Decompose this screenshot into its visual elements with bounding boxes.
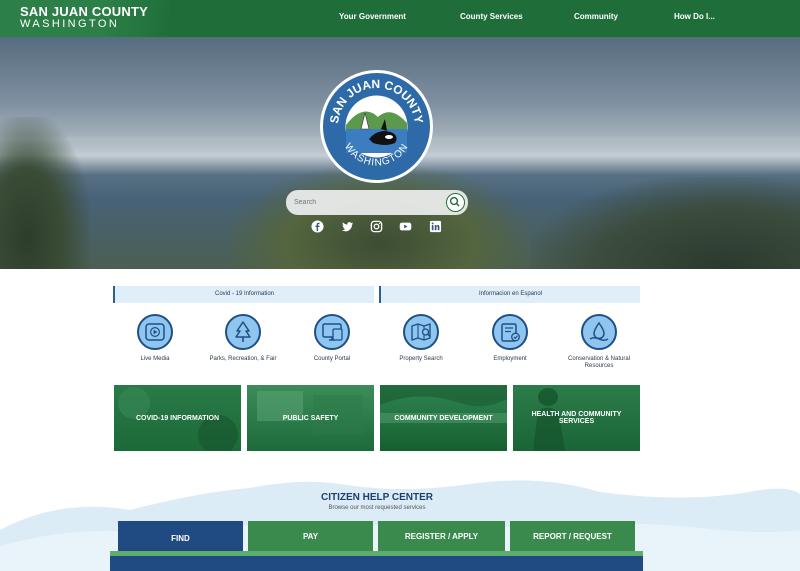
instagram-icon[interactable] xyxy=(370,220,383,233)
quick-link-employment[interactable]: Employment xyxy=(465,314,555,363)
tile-covid[interactable]: COVID-19 INFORMATION xyxy=(114,385,241,451)
county-portal-icon-circle xyxy=(314,314,350,350)
property-search-icon-circle xyxy=(403,314,439,350)
tab-register-apply[interactable]: REGISTER / APPLY xyxy=(378,521,505,551)
live-media-label: Live Media xyxy=(140,356,170,362)
hero-trees-left xyxy=(0,117,90,269)
tile-covid-label: COVID-19 INFORMATION xyxy=(135,414,220,422)
live-media-icon-circle xyxy=(137,314,173,350)
twitter-icon[interactable] xyxy=(341,220,354,233)
nav-community[interactable]: Community xyxy=(574,12,618,21)
search-input[interactable] xyxy=(294,196,434,209)
covid-info-label: Covid - 19 Information xyxy=(214,291,275,297)
site-logo[interactable]: SAN JUAN COUNTY WASHINGTON xyxy=(20,5,148,30)
employment-label: Employment xyxy=(493,356,527,362)
covid-info-link[interactable]: Covid - 19 Information xyxy=(113,286,374,303)
site-header: SAN JUAN COUNTY WASHINGTON Your Governme… xyxy=(0,0,800,37)
quick-link-conservation[interactable]: Conservation & Natural Resources xyxy=(554,314,644,370)
tile-health-community[interactable]: HEALTH AND COMMUNITY SERVICES xyxy=(513,385,640,451)
tile-public-safety[interactable]: PUBLIC SAFETY xyxy=(247,385,374,451)
linkedin-icon[interactable] xyxy=(429,220,442,233)
quick-link-county-portal[interactable]: County Portal xyxy=(287,314,377,363)
conservation-label: Conservation & Natural Resources xyxy=(567,356,631,369)
hero-hill-right xyxy=(530,177,800,269)
parks-icon-circle xyxy=(225,314,261,350)
hero-banner: SAN JUAN COUNTY WASHINGTON xyxy=(0,37,800,269)
youtube-icon[interactable] xyxy=(399,220,412,233)
tile-community-development-label: COMMUNITY DEVELOPMENT xyxy=(394,414,493,422)
search-icon xyxy=(449,196,460,207)
tree-icon xyxy=(235,321,251,342)
tile-health-community-label: HEALTH AND COMMUNITY SERVICES xyxy=(531,411,622,425)
property-search-label: Property Search xyxy=(399,356,443,362)
logo-line-2: WASHINGTON xyxy=(20,18,120,30)
tab-pay[interactable]: PAY xyxy=(248,521,373,551)
help-center-title: CITIZEN HELP CENTER xyxy=(320,492,434,503)
nav-your-government[interactable]: Your Government xyxy=(339,12,406,21)
help-center-panel xyxy=(110,556,643,571)
quick-link-property-search[interactable]: Property Search xyxy=(376,314,466,363)
map-search-icon xyxy=(411,323,431,341)
spanish-info-label: Informacion en Espanol xyxy=(478,291,543,297)
quick-link-live-media[interactable]: Live Media xyxy=(110,314,200,363)
nav-county-services[interactable]: County Services xyxy=(460,12,523,21)
search-bar xyxy=(286,190,468,215)
employment-icon-circle xyxy=(492,314,528,350)
search-button[interactable] xyxy=(446,193,465,212)
county-seal: SAN JUAN COUNTY WASHINGTON xyxy=(320,70,433,183)
tile-community-development[interactable]: COMMUNITY DEVELOPMENT xyxy=(380,385,507,451)
water-drop-icon xyxy=(589,321,609,341)
facebook-icon[interactable] xyxy=(311,220,324,233)
help-center-subtitle: Browse our most requested services xyxy=(328,505,426,511)
logo-line-1: SAN JUAN COUNTY xyxy=(20,4,148,19)
seal-graphic-icon: SAN JUAN COUNTY WASHINGTON xyxy=(327,77,426,169)
parks-label: Parks, Recreation, & Fair xyxy=(209,356,277,362)
quick-link-parks[interactable]: Parks, Recreation, & Fair xyxy=(198,314,288,363)
portal-icon xyxy=(322,323,343,341)
spanish-info-link[interactable]: Informacion en Espanol xyxy=(379,286,640,303)
conservation-icon-circle xyxy=(581,314,617,350)
play-icon xyxy=(145,323,165,341)
tab-report-request[interactable]: REPORT / REQUEST xyxy=(510,521,635,551)
tile-public-safety-label: PUBLIC SAFETY xyxy=(282,414,339,422)
employment-icon xyxy=(501,323,520,342)
nav-how-do-i[interactable]: How Do I... xyxy=(674,12,715,21)
county-portal-label: County Portal xyxy=(313,356,351,362)
